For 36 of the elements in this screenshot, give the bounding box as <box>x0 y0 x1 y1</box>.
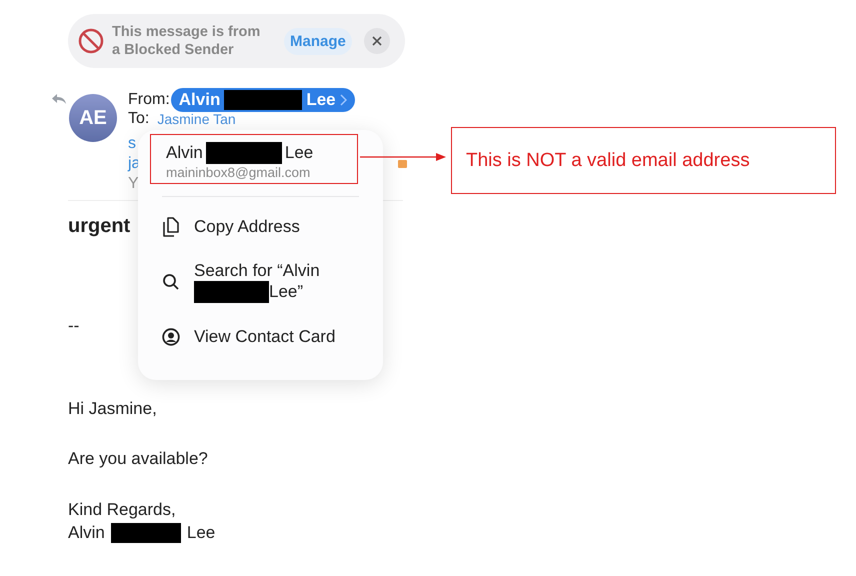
redaction-bar <box>110 523 181 543</box>
close-button[interactable] <box>364 28 390 54</box>
body-text: Kind Regards, <box>68 500 177 520</box>
from-label: From: <box>128 91 170 109</box>
banner-message: This message is from a Blocked Sender <box>112 23 262 59</box>
to-label: To: <box>128 110 150 128</box>
annotation-text: This is NOT a valid email address <box>466 150 750 172</box>
signature-first-name: Alvin <box>68 523 105 543</box>
menu-item[interactable]: Copy Address <box>162 217 383 237</box>
chevron-icon <box>340 94 347 106</box>
person-circle-icon <box>162 328 180 346</box>
sender-chip[interactable]: Alvin Lee <box>170 88 355 112</box>
prohibited-icon <box>78 28 104 54</box>
header-text: s <box>128 134 136 154</box>
menu-item[interactable]: Search for “Alvin Lee” <box>162 261 383 303</box>
flag-icon <box>398 160 407 168</box>
body-text: Are you available? <box>68 449 209 469</box>
header-text: Y <box>128 174 139 194</box>
contact-first-name: Alvin <box>166 143 203 163</box>
email-subject: urgent <box>68 215 130 238</box>
copy-icon <box>162 217 180 237</box>
contact-last-name: Lee <box>284 143 314 163</box>
close-icon <box>372 36 382 46</box>
menu-label: View Contact Card <box>194 327 336 347</box>
search-icon <box>162 273 180 291</box>
reply-icon[interactable] <box>52 94 66 104</box>
sender-first-name: Alvin <box>178 90 220 110</box>
body-text: Hi Jasmine, <box>68 399 158 419</box>
menu-label: Search for “Alvin <box>194 261 320 281</box>
menu-item[interactable]: View Contact Card <box>162 327 383 347</box>
contact-email: maininbox8@gmail.com <box>166 165 312 180</box>
menu-label: Copy Address <box>194 217 300 237</box>
sender-avatar: AE <box>69 94 117 142</box>
signature-last-name: Lee <box>186 523 216 543</box>
sender-last-name: Lee <box>306 90 336 110</box>
menu-label: Lee” <box>269 282 304 302</box>
